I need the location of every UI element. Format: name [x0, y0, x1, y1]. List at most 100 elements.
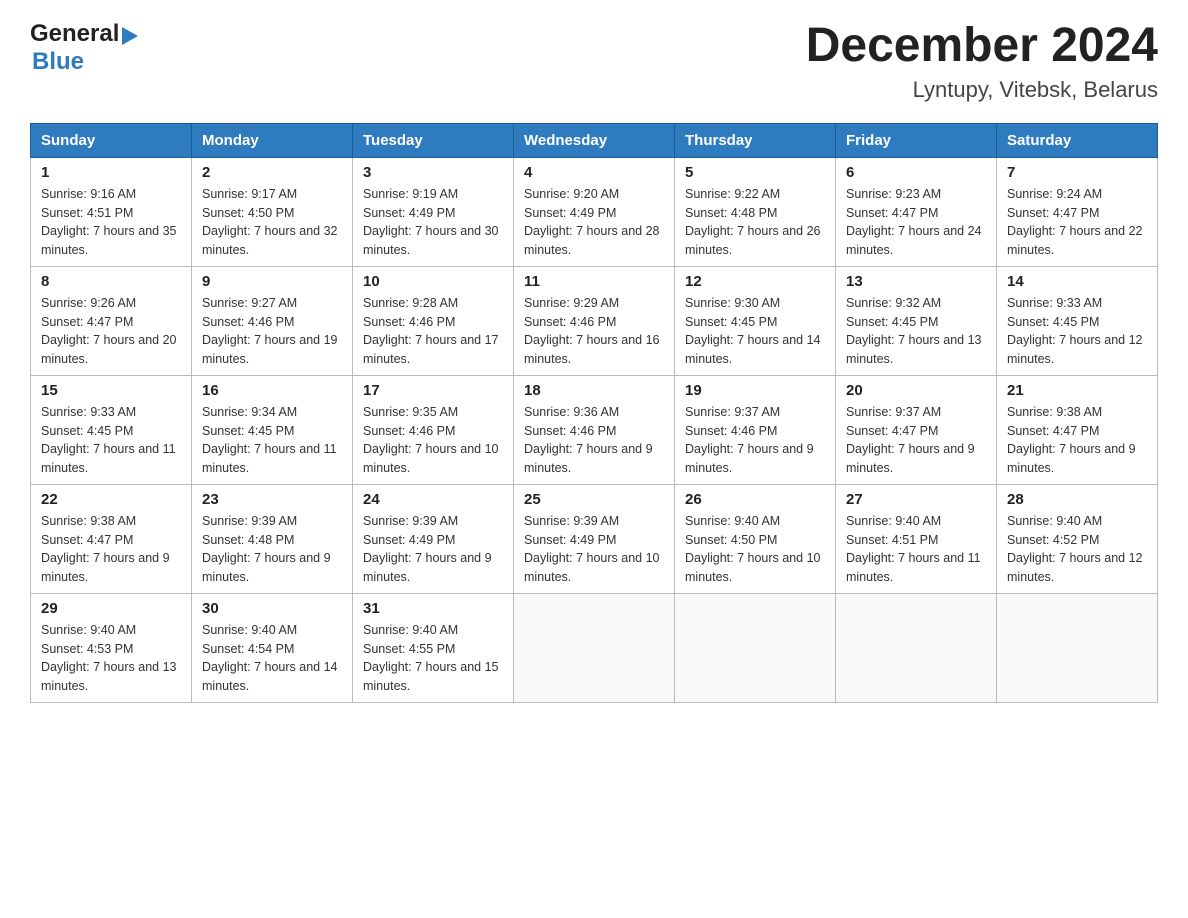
calendar-day-cell: 29 Sunrise: 9:40 AMSunset: 4:53 PMDayligh…	[31, 593, 192, 702]
day-info: Sunrise: 9:37 AMSunset: 4:46 PMDaylight:…	[685, 403, 825, 478]
day-info: Sunrise: 9:39 AMSunset: 4:49 PMDaylight:…	[524, 512, 664, 587]
day-info: Sunrise: 9:29 AMSunset: 4:46 PMDaylight:…	[524, 294, 664, 369]
logo-arrow-icon	[122, 27, 138, 45]
day-number: 20	[846, 382, 986, 399]
weekday-header-sunday: Sunday	[31, 123, 192, 157]
calendar-day-cell: 12 Sunrise: 9:30 AMSunset: 4:45 PMDayligh…	[675, 266, 836, 375]
day-number: 25	[524, 491, 664, 508]
logo-text-general: General	[30, 20, 119, 48]
day-number: 5	[685, 164, 825, 181]
day-number: 7	[1007, 164, 1147, 181]
calendar-day-cell: 2 Sunrise: 9:17 AMSunset: 4:50 PMDaylight…	[192, 157, 353, 266]
calendar-day-cell	[675, 593, 836, 702]
day-number: 13	[846, 273, 986, 290]
calendar-day-cell: 20 Sunrise: 9:37 AMSunset: 4:47 PMDayligh…	[836, 375, 997, 484]
calendar-day-cell: 13Sunrise: 9:32 AMSunset: 4:45 PMDayligh…	[836, 266, 997, 375]
calendar-day-cell: 7 Sunrise: 9:24 AMSunset: 4:47 PMDaylight…	[997, 157, 1158, 266]
day-info: Sunrise: 9:33 AMSunset: 4:45 PMDaylight:…	[1007, 294, 1147, 369]
day-number: 17	[363, 382, 503, 399]
day-info: Sunrise: 9:24 AMSunset: 4:47 PMDaylight:…	[1007, 185, 1147, 260]
weekday-header-friday: Friday	[836, 123, 997, 157]
calendar-day-cell: 26 Sunrise: 9:40 AMSunset: 4:50 PMDayligh…	[675, 484, 836, 593]
calendar-table: SundayMondayTuesdayWednesdayThursdayFrid…	[30, 123, 1158, 703]
day-info: Sunrise: 9:40 AMSunset: 4:50 PMDaylight:…	[685, 512, 825, 587]
calendar-title: December 2024	[806, 20, 1158, 73]
day-info: Sunrise: 9:39 AMSunset: 4:49 PMDaylight:…	[363, 512, 503, 587]
calendar-day-cell: 31 Sunrise: 9:40 AMSunset: 4:55 PMDayligh…	[353, 593, 514, 702]
title-section: December 2024 Lyntupy, Vitebsk, Belarus	[806, 20, 1158, 103]
calendar-day-cell: 6Sunrise: 9:23 AMSunset: 4:47 PMDaylight…	[836, 157, 997, 266]
calendar-day-cell: 5 Sunrise: 9:22 AMSunset: 4:48 PMDaylight…	[675, 157, 836, 266]
day-number: 12	[685, 273, 825, 290]
calendar-day-cell: 8 Sunrise: 9:26 AMSunset: 4:47 PMDaylight…	[31, 266, 192, 375]
calendar-day-cell: 4Sunrise: 9:20 AMSunset: 4:49 PMDaylight…	[514, 157, 675, 266]
day-number: 27	[846, 491, 986, 508]
day-info: Sunrise: 9:40 AMSunset: 4:53 PMDaylight:…	[41, 621, 181, 696]
day-number: 29	[41, 600, 181, 617]
calendar-day-cell: 21Sunrise: 9:38 AMSunset: 4:47 PMDayligh…	[997, 375, 1158, 484]
calendar-day-cell: 22 Sunrise: 9:38 AMSunset: 4:47 PMDayligh…	[31, 484, 192, 593]
calendar-day-cell: 9 Sunrise: 9:27 AMSunset: 4:46 PMDaylight…	[192, 266, 353, 375]
day-number: 18	[524, 382, 664, 399]
calendar-day-cell: 24 Sunrise: 9:39 AMSunset: 4:49 PMDayligh…	[353, 484, 514, 593]
day-info: Sunrise: 9:40 AMSunset: 4:54 PMDaylight:…	[202, 621, 342, 696]
weekday-header-wednesday: Wednesday	[514, 123, 675, 157]
day-number: 21	[1007, 382, 1147, 399]
calendar-day-cell: 14 Sunrise: 9:33 AMSunset: 4:45 PMDayligh…	[997, 266, 1158, 375]
day-number: 3	[363, 164, 503, 181]
logo-text-blue: Blue	[32, 48, 84, 76]
day-info: Sunrise: 9:19 AMSunset: 4:49 PMDaylight:…	[363, 185, 503, 260]
weekday-header-tuesday: Tuesday	[353, 123, 514, 157]
day-info: Sunrise: 9:34 AMSunset: 4:45 PMDaylight:…	[202, 403, 342, 478]
calendar-week-row: 8 Sunrise: 9:26 AMSunset: 4:47 PMDaylight…	[31, 266, 1158, 375]
day-number: 2	[202, 164, 342, 181]
day-info: Sunrise: 9:27 AMSunset: 4:46 PMDaylight:…	[202, 294, 342, 369]
day-info: Sunrise: 9:26 AMSunset: 4:47 PMDaylight:…	[41, 294, 181, 369]
day-number: 26	[685, 491, 825, 508]
day-info: Sunrise: 9:39 AMSunset: 4:48 PMDaylight:…	[202, 512, 342, 587]
day-number: 8	[41, 273, 181, 290]
day-info: Sunrise: 9:40 AMSunset: 4:51 PMDaylight:…	[846, 512, 986, 587]
day-info: Sunrise: 9:38 AMSunset: 4:47 PMDaylight:…	[41, 512, 181, 587]
calendar-week-row: 29 Sunrise: 9:40 AMSunset: 4:53 PMDayligh…	[31, 593, 1158, 702]
day-number: 24	[363, 491, 503, 508]
day-number: 15	[41, 382, 181, 399]
day-number: 4	[524, 164, 664, 181]
day-number: 9	[202, 273, 342, 290]
calendar-day-cell: 30 Sunrise: 9:40 AMSunset: 4:54 PMDayligh…	[192, 593, 353, 702]
day-number: 14	[1007, 273, 1147, 290]
weekday-header-saturday: Saturday	[997, 123, 1158, 157]
day-info: Sunrise: 9:17 AMSunset: 4:50 PMDaylight:…	[202, 185, 342, 260]
day-number: 1	[41, 164, 181, 181]
day-info: Sunrise: 9:30 AMSunset: 4:45 PMDaylight:…	[685, 294, 825, 369]
calendar-day-cell: 3 Sunrise: 9:19 AMSunset: 4:49 PMDaylight…	[353, 157, 514, 266]
calendar-subtitle: Lyntupy, Vitebsk, Belarus	[806, 77, 1158, 103]
day-info: Sunrise: 9:22 AMSunset: 4:48 PMDaylight:…	[685, 185, 825, 260]
day-info: Sunrise: 9:33 AMSunset: 4:45 PMDaylight:…	[41, 403, 181, 478]
calendar-day-cell: 17Sunrise: 9:35 AMSunset: 4:46 PMDayligh…	[353, 375, 514, 484]
calendar-day-cell: 15 Sunrise: 9:33 AMSunset: 4:45 PMDayligh…	[31, 375, 192, 484]
day-number: 31	[363, 600, 503, 617]
calendar-day-cell: 1 Sunrise: 9:16 AMSunset: 4:51 PMDaylight…	[31, 157, 192, 266]
calendar-day-cell: 19Sunrise: 9:37 AMSunset: 4:46 PMDayligh…	[675, 375, 836, 484]
calendar-day-cell	[836, 593, 997, 702]
calendar-week-row: 1 Sunrise: 9:16 AMSunset: 4:51 PMDaylight…	[31, 157, 1158, 266]
day-info: Sunrise: 9:36 AMSunset: 4:46 PMDaylight:…	[524, 403, 664, 478]
calendar-day-cell: 28Sunrise: 9:40 AMSunset: 4:52 PMDayligh…	[997, 484, 1158, 593]
day-info: Sunrise: 9:16 AMSunset: 4:51 PMDaylight:…	[41, 185, 181, 260]
day-info: Sunrise: 9:40 AMSunset: 4:55 PMDaylight:…	[363, 621, 503, 696]
calendar-header-row: SundayMondayTuesdayWednesdayThursdayFrid…	[31, 123, 1158, 157]
day-number: 30	[202, 600, 342, 617]
day-info: Sunrise: 9:37 AMSunset: 4:47 PMDaylight:…	[846, 403, 986, 478]
day-number: 23	[202, 491, 342, 508]
calendar-day-cell	[997, 593, 1158, 702]
weekday-header-monday: Monday	[192, 123, 353, 157]
calendar-day-cell: 27 Sunrise: 9:40 AMSunset: 4:51 PMDayligh…	[836, 484, 997, 593]
day-info: Sunrise: 9:28 AMSunset: 4:46 PMDaylight:…	[363, 294, 503, 369]
day-number: 6	[846, 164, 986, 181]
calendar-week-row: 22 Sunrise: 9:38 AMSunset: 4:47 PMDayligh…	[31, 484, 1158, 593]
calendar-day-cell: 16Sunrise: 9:34 AMSunset: 4:45 PMDayligh…	[192, 375, 353, 484]
calendar-day-cell	[514, 593, 675, 702]
day-number: 22	[41, 491, 181, 508]
calendar-day-cell: 18 Sunrise: 9:36 AMSunset: 4:46 PMDayligh…	[514, 375, 675, 484]
